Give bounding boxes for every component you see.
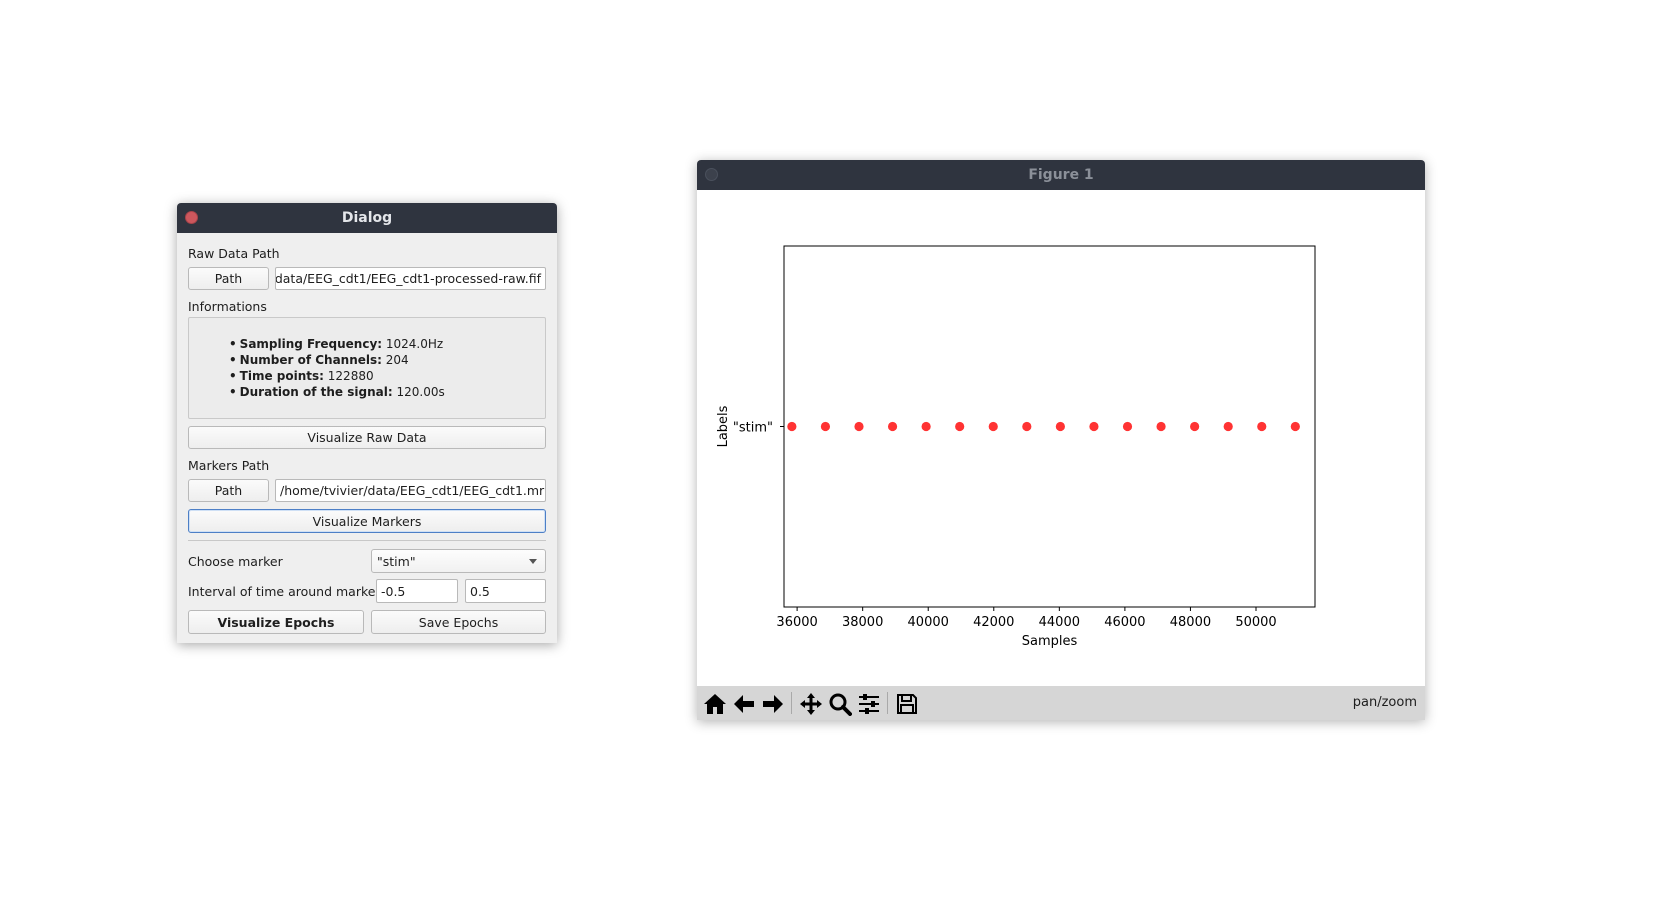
chevron-down-icon [529,559,537,564]
scatter-chart[interactable]: 36000 38000 40000 42000 44000 46000 48000 50000… [697,190,1425,686]
figure-toolbar: pan/zoom [697,686,1425,720]
data-point [854,421,864,432]
x-tick-label: 42000 [973,615,1014,630]
informations-label: Informations [188,299,267,314]
info-item: • Number of Channels: 204 [229,352,445,368]
zoom-magnifier-icon[interactable] [826,690,853,717]
info-key: Time points: [239,369,324,383]
x-tick-label: 38000 [842,615,883,630]
data-point [1223,421,1233,432]
x-tick-label: 40000 [908,615,949,630]
info-value: 204 [381,353,409,367]
info-key: Number of Channels: [239,353,382,367]
close-icon[interactable] [705,168,718,181]
x-tick-label: 44000 [1039,615,1080,630]
data-point [1190,421,1200,432]
toolbar-separator [791,692,792,714]
data-point [1122,421,1133,432]
data-point [1257,421,1267,432]
markers-path-button[interactable]: Path [188,479,269,502]
y-tick-label: "stim" [733,421,773,436]
home-icon[interactable] [701,690,728,717]
info-value: 120.00s [392,385,445,399]
configure-subplots-icon[interactable] [855,690,882,717]
bullet-icon: • [229,385,237,399]
informations-box: • Sampling Frequency: 1024.0Hz • Number of … [188,317,546,419]
raw-path-field[interactable]: r/data/EEG_cdt1/EEG_cdt1-processed-raw.f… [275,267,546,290]
data-point [787,421,797,432]
info-item: • Duration of the signal: 120.00s [229,384,445,400]
bullet-icon: • [229,369,237,383]
data-point [955,421,965,432]
y-axis-ticks: "stim" [733,421,784,436]
data-points [787,421,1300,432]
data-point [1022,421,1032,432]
dialog-title: Dialog [341,210,393,226]
raw-path-button[interactable]: Path [188,267,269,290]
marker-select[interactable]: "stim" [371,549,546,573]
data-point [887,421,898,432]
info-value: 1024.0Hz [382,337,444,351]
markers-path-field[interactable]: /home/tvivier/data/EEG_cdt1/EEG_cdt1.mrk [275,479,546,502]
visualize-raw-data-button[interactable]: Visualize Raw Data [188,426,546,449]
marker-select-value: "stim" [377,553,416,569]
data-point [1089,421,1099,432]
x-axis-label: Samples [1022,634,1078,649]
x-axis-ticks: 36000 38000 40000 42000 44000 46000 48000 50000 [776,607,1277,630]
y-axis-label: Labels [716,405,731,447]
data-point [921,421,931,432]
dialog-titlebar[interactable]: Dialog [177,203,557,233]
visualize-markers-button[interactable]: Visualize Markers [188,509,546,533]
plot-canvas[interactable]: 36000 38000 40000 42000 44000 46000 48000 50000… [697,190,1425,686]
x-tick-label: 36000 [776,615,817,630]
informations-list: • Sampling Frequency: 1024.0Hz • Number of … [229,336,445,400]
markers-path-label: Markers Path [188,458,270,473]
x-tick-label: 46000 [1104,615,1145,630]
choose-marker-label: Choose marker [188,554,283,569]
x-tick-label: 48000 [1170,615,1211,630]
info-key: Duration of the signal: [239,385,393,399]
data-point [1055,421,1065,432]
save-figure-icon[interactable] [893,690,920,717]
info-item: • Sampling Frequency: 1024.0Hz [229,336,445,352]
back-arrow-icon[interactable] [730,690,757,717]
save-epochs-button[interactable]: Save Epochs [371,610,546,634]
figure-title: Figure 1 [1028,167,1094,183]
info-item: • Time points: 122880 [229,368,445,384]
interval-min-field[interactable]: -0.5 [376,579,458,603]
x-tick-label: 50000 [1235,615,1276,630]
close-icon[interactable] [185,211,198,224]
raw-data-path-label: Raw Data Path [188,246,280,261]
visualize-epochs-button[interactable]: Visualize Epochs [188,610,364,634]
axes-frame [783,245,1316,608]
info-key: Sampling Frequency: [239,337,383,351]
pan-move-icon[interactable] [797,690,824,717]
forward-arrow-icon[interactable] [759,690,786,717]
interval-max-field[interactable]: 0.5 [465,579,546,603]
bullet-icon: • [229,337,237,351]
toolbar-status: pan/zoom [1352,695,1417,710]
data-point [1156,421,1166,432]
info-value: 122880 [323,369,374,383]
figure-window: Figure 1 36000 38000 40000 42000 44000 46000 4… [697,160,1425,720]
figure-titlebar[interactable]: Figure 1 [697,160,1425,190]
dialog-window: Dialog Raw Data Path Path r/data/EEG_cdt… [177,203,557,643]
divider [188,540,546,541]
data-point [988,421,998,432]
interval-label: Interval of time around marker [188,584,381,599]
toolbar-separator [887,692,888,714]
bullet-icon: • [229,353,237,367]
data-point [1290,421,1300,432]
data-point [820,421,831,432]
